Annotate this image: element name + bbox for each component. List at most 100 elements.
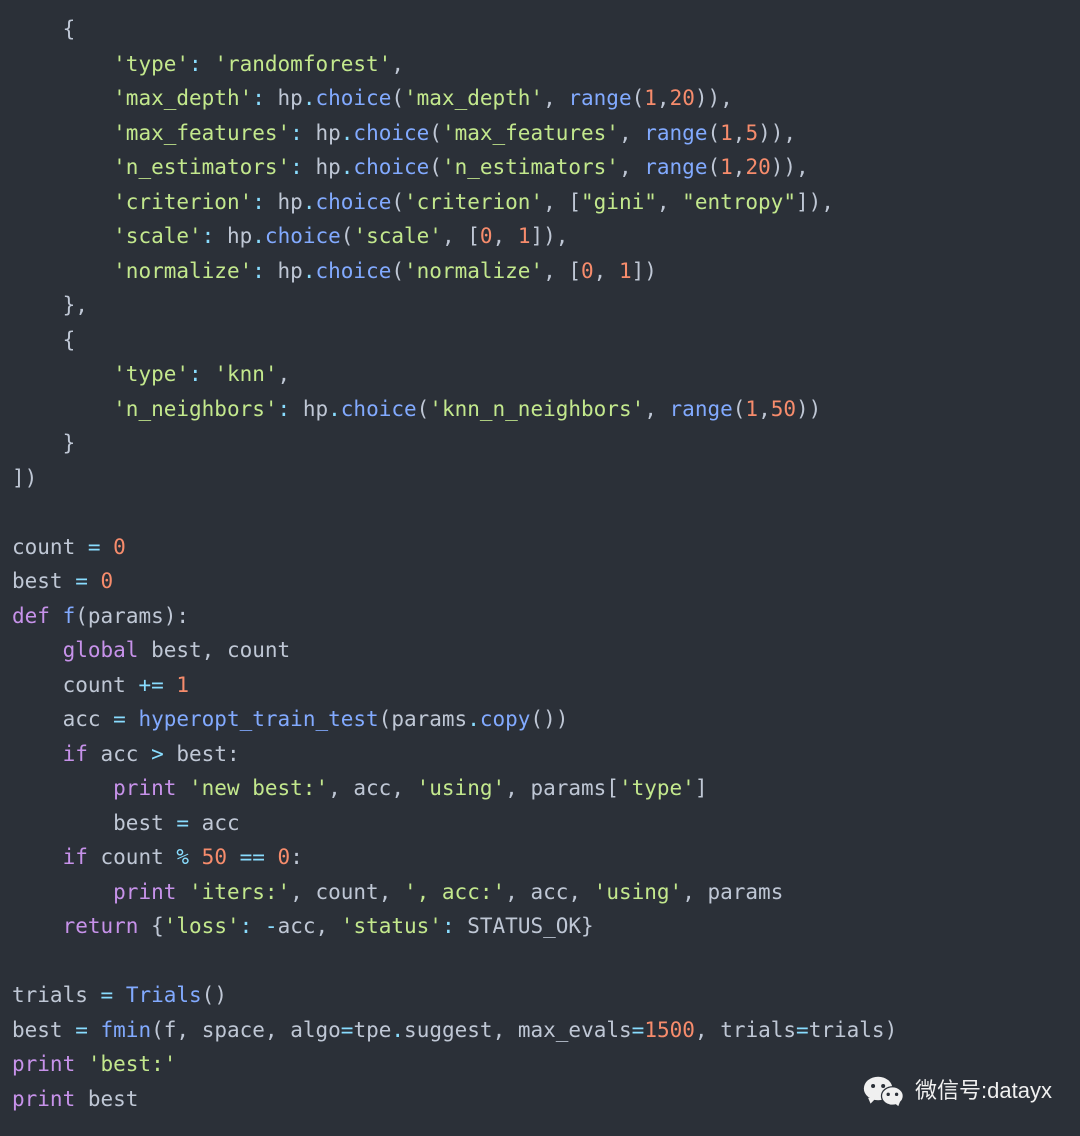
token-kw: print <box>113 776 189 800</box>
token-str: 'new best:' <box>189 776 328 800</box>
token-pn: , <box>695 1018 720 1042</box>
token-id: algo <box>290 1018 341 1042</box>
token-id: space <box>202 1018 265 1042</box>
token-id: params <box>88 604 164 628</box>
token-pn: , <box>733 121 746 145</box>
code-line <box>12 944 1068 979</box>
watermark: 微信号: datayx <box>863 1074 1052 1109</box>
token-pn: , <box>682 880 707 904</box>
token-kw: return <box>63 914 152 938</box>
token-op: > <box>151 742 176 766</box>
token-pn: , <box>265 1018 290 1042</box>
token-pn: )), <box>695 86 733 110</box>
token-num: 1 <box>644 86 657 110</box>
token-str: 'n_estimators' <box>442 155 619 179</box>
token-op: . <box>303 86 316 110</box>
code-line: return {'loss': -acc, 'status': STATUS_O… <box>12 909 1068 944</box>
token-str: 'status' <box>341 914 442 938</box>
token-op: = <box>796 1018 809 1042</box>
token-id: acc <box>278 914 316 938</box>
token-str: 'n_estimators' <box>113 155 290 179</box>
token-id: acc <box>202 811 240 835</box>
code-line: 'max_depth': hp.choice('max_depth', rang… <box>12 81 1068 116</box>
token-str: "entropy" <box>682 190 796 214</box>
token-id: suggest <box>404 1018 493 1042</box>
token-fn: hyperopt_train_test <box>138 707 378 731</box>
token-num: 1 <box>619 259 632 283</box>
token-op: . <box>341 155 354 179</box>
token-str: 'best:' <box>88 1052 177 1076</box>
token-str: 'scale' <box>113 224 202 248</box>
token-op: . <box>303 190 316 214</box>
token-op: = <box>632 1018 645 1042</box>
token-pn: , [ <box>543 259 581 283</box>
token-id: best <box>12 1018 75 1042</box>
code-line: ]) <box>12 461 1068 496</box>
token-op: == <box>227 845 278 869</box>
token-op: . <box>467 707 480 731</box>
token-pn: , <box>644 397 669 421</box>
token-kw: print <box>113 880 189 904</box>
token-op: . <box>341 121 354 145</box>
token-pn: ( <box>429 155 442 179</box>
token-str: 'max_depth' <box>404 86 543 110</box>
token-id: trials <box>12 983 101 1007</box>
code-line: 'normalize': hp.choice('normalize', [0, … <box>12 254 1068 289</box>
token-fn: choice <box>315 86 391 110</box>
token-id: hp <box>278 259 303 283</box>
token-op: : <box>442 914 467 938</box>
token-op: - <box>265 914 278 938</box>
token-pn: , [ <box>543 190 581 214</box>
token-pn: ( <box>707 121 720 145</box>
token-op: : <box>189 362 214 386</box>
token-id: best, count <box>151 638 290 662</box>
token-pn: , <box>379 880 404 904</box>
token-str: 'using' <box>417 776 506 800</box>
token-op: += <box>138 673 176 697</box>
token-id: hp <box>303 397 328 421</box>
token-id: acc <box>63 707 114 731</box>
token-num: 1 <box>720 121 733 145</box>
token-num: 0 <box>101 569 114 593</box>
token-str: 'using' <box>594 880 683 904</box>
token-op: = <box>113 707 138 731</box>
token-str: 'criterion' <box>113 190 252 214</box>
token-op: = <box>341 1018 354 1042</box>
token-op: : <box>290 155 315 179</box>
token-kw: def <box>12 604 63 628</box>
token-fn: fmin <box>101 1018 152 1042</box>
token-str: 'max_features' <box>442 121 619 145</box>
token-num: 5 <box>745 121 758 145</box>
code-line: best = 0 <box>12 564 1068 599</box>
token-str: 'loss' <box>164 914 240 938</box>
token-id: best <box>88 1087 139 1111</box>
token-pn: ]), <box>796 190 834 214</box>
code-line: { <box>12 12 1068 47</box>
token-str: 'criterion' <box>404 190 543 214</box>
code-line: count = 0 <box>12 530 1068 565</box>
token-str: ', acc:' <box>404 880 505 904</box>
token-num: 1 <box>745 397 758 421</box>
token-pn: , <box>493 1018 518 1042</box>
token-pn: : <box>290 845 303 869</box>
code-line: print 'iters:', count, ', acc:', acc, 'u… <box>12 875 1068 910</box>
token-id: hp <box>315 155 340 179</box>
token-id: acc <box>101 742 152 766</box>
token-op: . <box>391 1018 404 1042</box>
token-id: hp <box>315 121 340 145</box>
token-str: 'scale' <box>353 224 442 248</box>
token-fn: choice <box>265 224 341 248</box>
token-pn: () <box>202 983 227 1007</box>
code-line: if acc > best: <box>12 737 1068 772</box>
token-str: 'max_features' <box>113 121 290 145</box>
token-str: 'normalize' <box>113 259 252 283</box>
token-pn: , <box>328 776 353 800</box>
token-pn: , <box>391 776 416 800</box>
token-pn: , <box>176 1018 201 1042</box>
token-pn: }, <box>63 293 88 317</box>
token-str: "gini" <box>581 190 657 214</box>
token-pn: ( <box>341 224 354 248</box>
token-str: 'normalize' <box>404 259 543 283</box>
token-pn: )), <box>771 155 809 179</box>
token-str: 'type' <box>113 52 189 76</box>
